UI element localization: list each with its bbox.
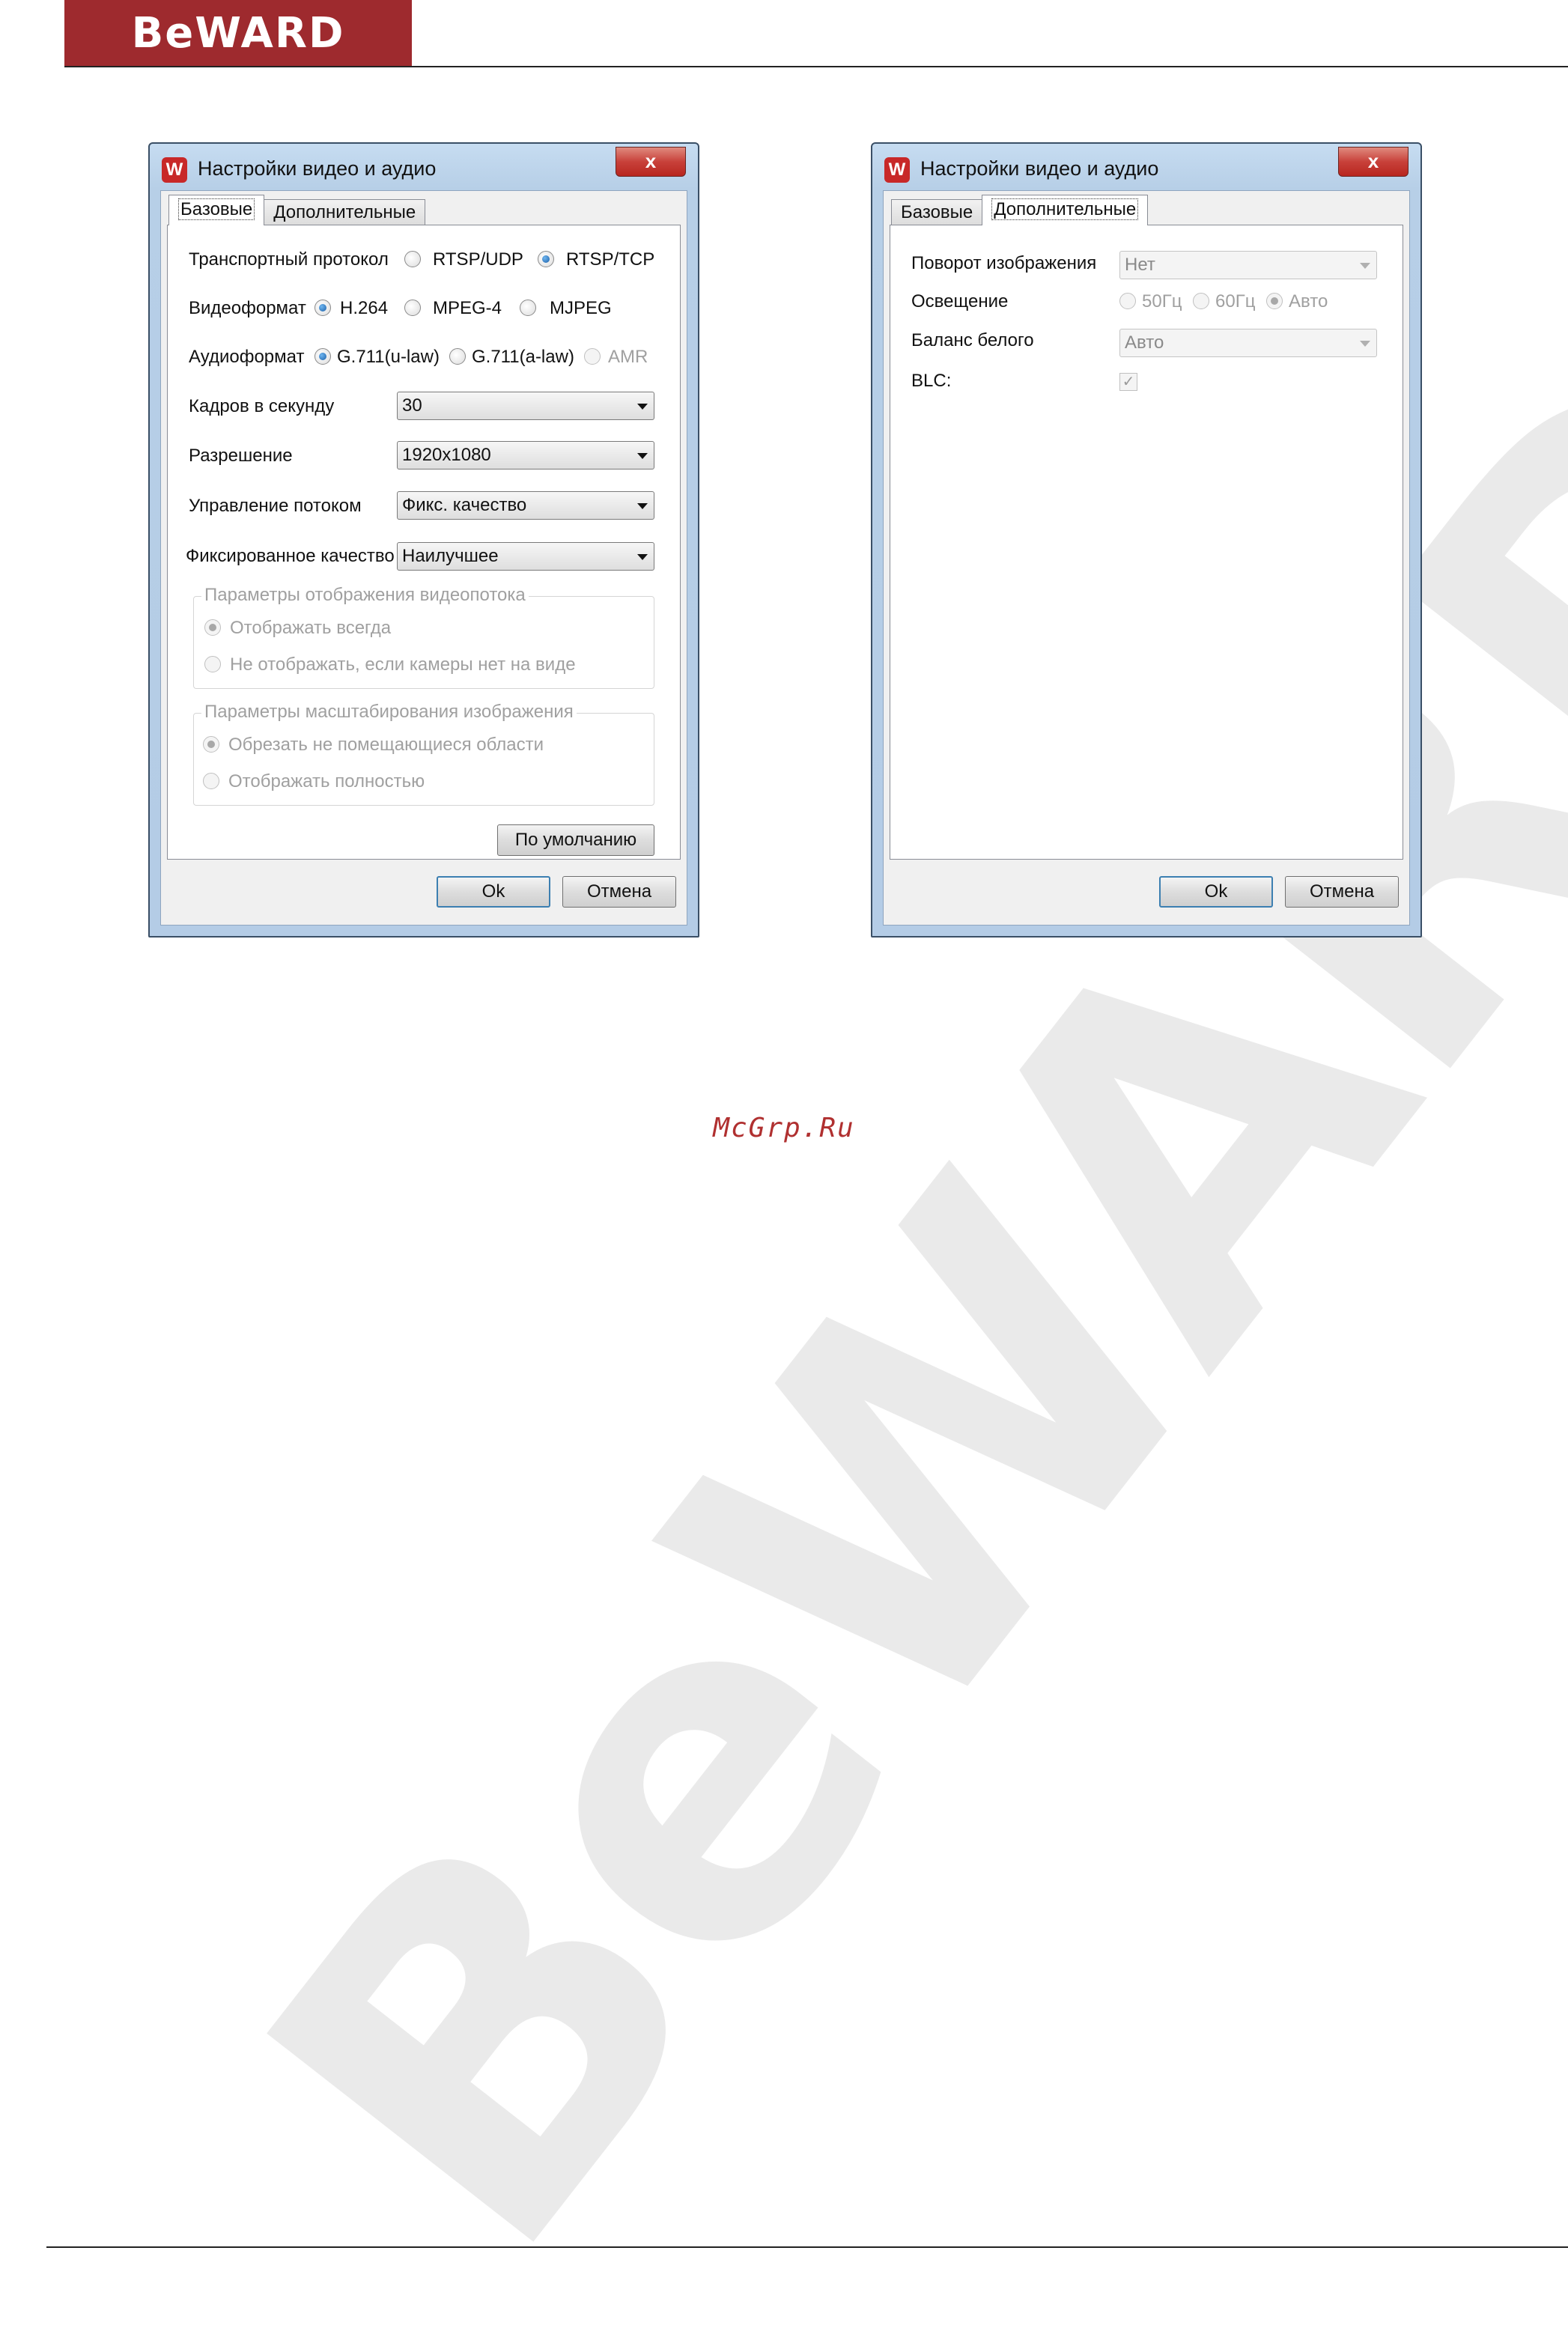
resolution-select[interactable]: 1920x1080 — [397, 441, 654, 469]
fps-label: Кадров в секунду — [189, 396, 335, 416]
tab-panel-advanced: Поворот изображения Нет Освещение 50Гц 6… — [890, 225, 1403, 860]
radio-g711-alaw[interactable] — [449, 348, 466, 365]
display-group-title: Параметры отображения видеопотока — [201, 585, 529, 606]
scale-full-label: Отображать полностью — [228, 771, 425, 791]
radio-rtsp-tcp[interactable] — [538, 251, 554, 267]
rotation-select[interactable]: Нет — [1119, 251, 1377, 279]
radio-amr[interactable] — [584, 348, 601, 365]
rtsp-tcp-label: RTSP/TCP — [566, 249, 655, 270]
blc-checkbox[interactable]: ✓ — [1119, 373, 1137, 391]
fixed-quality-select[interactable]: Наилучшее — [397, 542, 654, 571]
tab-strip: Базовые Дополнительные — [168, 195, 426, 225]
scale-params-group: Параметры масштабирования изображения Об… — [193, 702, 654, 806]
blc-label: BLC: — [911, 371, 952, 391]
radio-rtsp-udp[interactable] — [404, 251, 421, 267]
tab-advanced[interactable]: Дополнительные — [982, 195, 1149, 225]
radio-display-always[interactable] — [204, 619, 221, 636]
close-icon: x — [1367, 150, 1379, 172]
dialog-basic: W Настройки видео и аудио x Базовые Допо… — [148, 142, 699, 937]
app-icon: W — [162, 157, 187, 183]
footer-rule — [46, 2246, 1568, 2248]
mpeg4-label: MPEG-4 — [433, 298, 502, 318]
bitrate-control-value: Фикс. качество — [402, 495, 527, 515]
fixed-quality-value: Наилучшее — [402, 546, 499, 566]
chevron-down-icon — [637, 554, 648, 560]
g711-alaw-label: G.711(a-law) — [472, 347, 574, 367]
close-icon: x — [645, 150, 657, 172]
video-format-label: Видеоформат — [189, 298, 306, 318]
radio-60hz[interactable] — [1193, 293, 1209, 309]
lighting-50hz-label: 50Гц — [1142, 291, 1182, 312]
rotation-label: Поворот изображения — [911, 253, 1097, 273]
white-balance-select[interactable]: Авто — [1119, 329, 1377, 357]
rotation-value: Нет — [1125, 255, 1155, 275]
radio-display-hide[interactable] — [204, 656, 221, 672]
chevron-down-icon — [637, 453, 648, 459]
app-icon: W — [884, 157, 910, 183]
mjpeg-label: MJPEG — [550, 298, 612, 318]
dialog-advanced: W Настройки видео и аудио x Базовые Допо… — [871, 142, 1422, 937]
fps-select[interactable]: 30 — [397, 392, 654, 420]
dialog-client: Базовые Дополнительные Транспортный прот… — [160, 190, 687, 926]
site-mark: McGrp.Ru — [713, 1113, 855, 1143]
white-balance-label: Баланс белого — [911, 330, 1034, 350]
radio-mjpeg[interactable] — [520, 300, 536, 316]
tab-advanced[interactable]: Дополнительные — [264, 199, 426, 225]
header-rule — [64, 66, 1568, 67]
titlebar: W Настройки видео и аудио x — [150, 144, 698, 192]
close-button[interactable]: x — [1338, 147, 1409, 177]
radio-h264[interactable] — [314, 300, 331, 316]
transport-label: Транспортный протокол — [189, 249, 389, 270]
close-button[interactable]: x — [616, 147, 686, 177]
tab-basic[interactable]: Базовые — [168, 195, 265, 225]
beward-logo: BeWARD — [64, 0, 412, 66]
audio-format-label: Аудиоформат — [189, 347, 305, 367]
amr-label: AMR — [608, 347, 648, 367]
titlebar: W Настройки видео и аудио x — [872, 144, 1420, 192]
tab-basic[interactable]: Базовые — [891, 199, 983, 225]
scale-crop-label: Обрезать не помещающиеся области — [228, 735, 544, 755]
cancel-button[interactable]: Отмена — [562, 876, 676, 908]
bitrate-control-label: Управление потоком — [189, 496, 362, 516]
lighting-60hz-label: 60Гц — [1215, 291, 1256, 312]
window-title: Настройки видео и аудио — [198, 157, 437, 180]
rtsp-udp-label: RTSP/UDP — [433, 249, 523, 270]
resolution-label: Разрешение — [189, 446, 293, 466]
radio-scale-full[interactable] — [203, 773, 219, 789]
lighting-auto-label: Авто — [1289, 291, 1328, 312]
h264-label: H.264 — [340, 298, 389, 318]
logo-text: BeWARD — [131, 8, 345, 58]
dialog-client: Базовые Дополнительные Поворот изображен… — [883, 190, 1410, 926]
window-title: Настройки видео и аудио — [920, 157, 1159, 180]
fps-value: 30 — [402, 395, 422, 416]
radio-50hz[interactable] — [1119, 293, 1136, 309]
display-hide-label: Не отображать, если камеры нет на виде — [230, 654, 576, 675]
scale-group-title: Параметры масштабирования изображения — [201, 702, 577, 723]
check-icon: ✓ — [1122, 374, 1135, 390]
tab-panel-basic: Транспортный протокол RTSP/UDP RTSP/TCP … — [167, 225, 681, 860]
chevron-down-icon — [637, 503, 648, 509]
cancel-button[interactable]: Отмена — [1285, 876, 1399, 908]
fixed-quality-label: Фиксированное качество — [186, 546, 395, 566]
resolution-value: 1920x1080 — [402, 445, 491, 465]
radio-scale-crop[interactable] — [203, 736, 219, 753]
radio-g711-ulaw[interactable] — [314, 348, 331, 365]
lighting-label: Освещение — [911, 291, 1009, 312]
ok-button[interactable]: Ok — [1159, 876, 1273, 908]
bitrate-control-select[interactable]: Фикс. качество — [397, 491, 654, 520]
g711-ulaw-label: G.711(u-law) — [337, 347, 440, 367]
defaults-button[interactable]: По умолчанию — [497, 824, 654, 856]
white-balance-value: Авто — [1125, 332, 1164, 353]
chevron-down-icon — [637, 404, 648, 410]
chevron-down-icon — [1360, 341, 1370, 347]
display-params-group: Параметры отображения видеопотока Отобра… — [193, 585, 654, 689]
chevron-down-icon — [1360, 263, 1370, 269]
radio-mpeg4[interactable] — [404, 300, 421, 316]
display-always-label: Отображать всегда — [230, 618, 392, 638]
tab-strip: Базовые Дополнительные — [891, 195, 1149, 225]
radio-auto[interactable] — [1266, 293, 1283, 309]
ok-button[interactable]: Ok — [437, 876, 550, 908]
